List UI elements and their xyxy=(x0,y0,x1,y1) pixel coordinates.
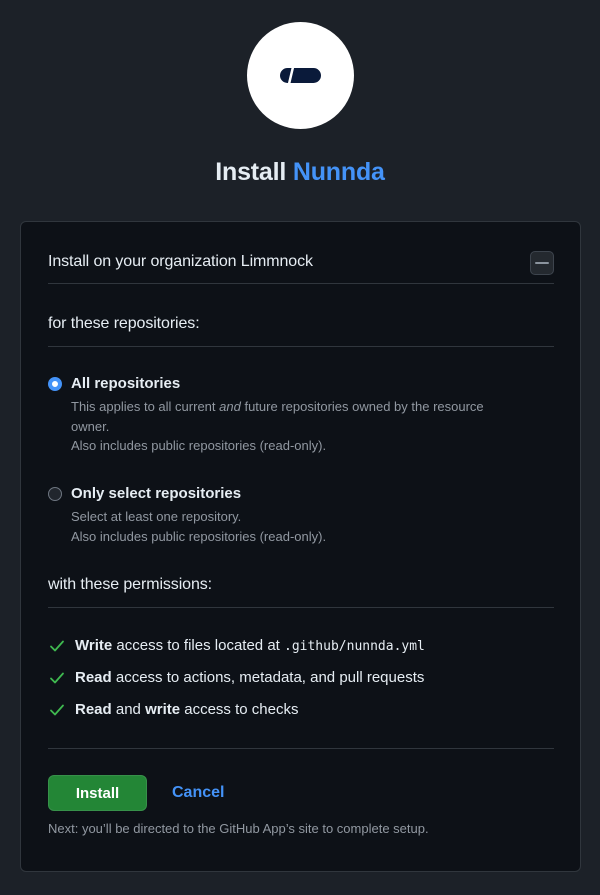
permission-item: Write access to files located at .github… xyxy=(48,636,554,668)
all-repositories-radio[interactable] xyxy=(48,377,62,391)
permission-text: Read access to actions, metadata, and pu… xyxy=(75,669,425,686)
all-repositories-label[interactable]: All repositories xyxy=(71,375,180,392)
permissions-heading: with these permissions: xyxy=(48,576,212,593)
check-icon xyxy=(50,672,64,684)
title-prefix: Install xyxy=(215,158,287,186)
all-repositories-description: This applies to all current and future r… xyxy=(71,399,484,453)
permission-item: Read and write access to checks xyxy=(48,700,554,732)
config-file-path: .github/nunnda.yml xyxy=(284,639,425,654)
organization-avatar xyxy=(530,251,554,275)
permissions-section: with these permissions: xyxy=(48,564,554,608)
install-app-page: Install Nunnda Install on your organizat… xyxy=(0,0,600,895)
cancel-link[interactable]: Cancel xyxy=(172,784,224,802)
page-title: Install Nunnda xyxy=(0,158,600,187)
install-button[interactable]: Install xyxy=(48,775,147,811)
repositories-heading: for these repositories: xyxy=(48,315,200,332)
permission-text: Read and write access to checks xyxy=(75,701,299,718)
app-name: Nunnda xyxy=(292,158,385,186)
next-step-note: Next: you’ll be directed to the GitHub A… xyxy=(48,821,429,836)
permission-item: Read access to actions, metadata, and pu… xyxy=(48,668,554,700)
nunnda-logo-icon xyxy=(280,68,321,83)
select-repositories-description: Select at least one repository. Also inc… xyxy=(71,509,327,544)
org-section: Install on your organization Limmnock xyxy=(48,222,554,284)
check-icon xyxy=(50,704,64,716)
check-icon xyxy=(50,640,64,652)
app-logo xyxy=(247,22,354,129)
actions-divider xyxy=(48,748,554,749)
permission-text: Write access to files located at .github… xyxy=(75,637,425,654)
org-label: Install on your organization Limmnock xyxy=(48,253,313,270)
select-repositories-label[interactable]: Only select repositories xyxy=(71,485,241,502)
permissions-list: Write access to files located at .github… xyxy=(48,636,554,732)
select-repositories-radio[interactable] xyxy=(48,487,62,501)
install-card: Install on your organization Limmnock fo… xyxy=(20,221,581,872)
repositories-section: for these repositories: xyxy=(48,284,554,347)
